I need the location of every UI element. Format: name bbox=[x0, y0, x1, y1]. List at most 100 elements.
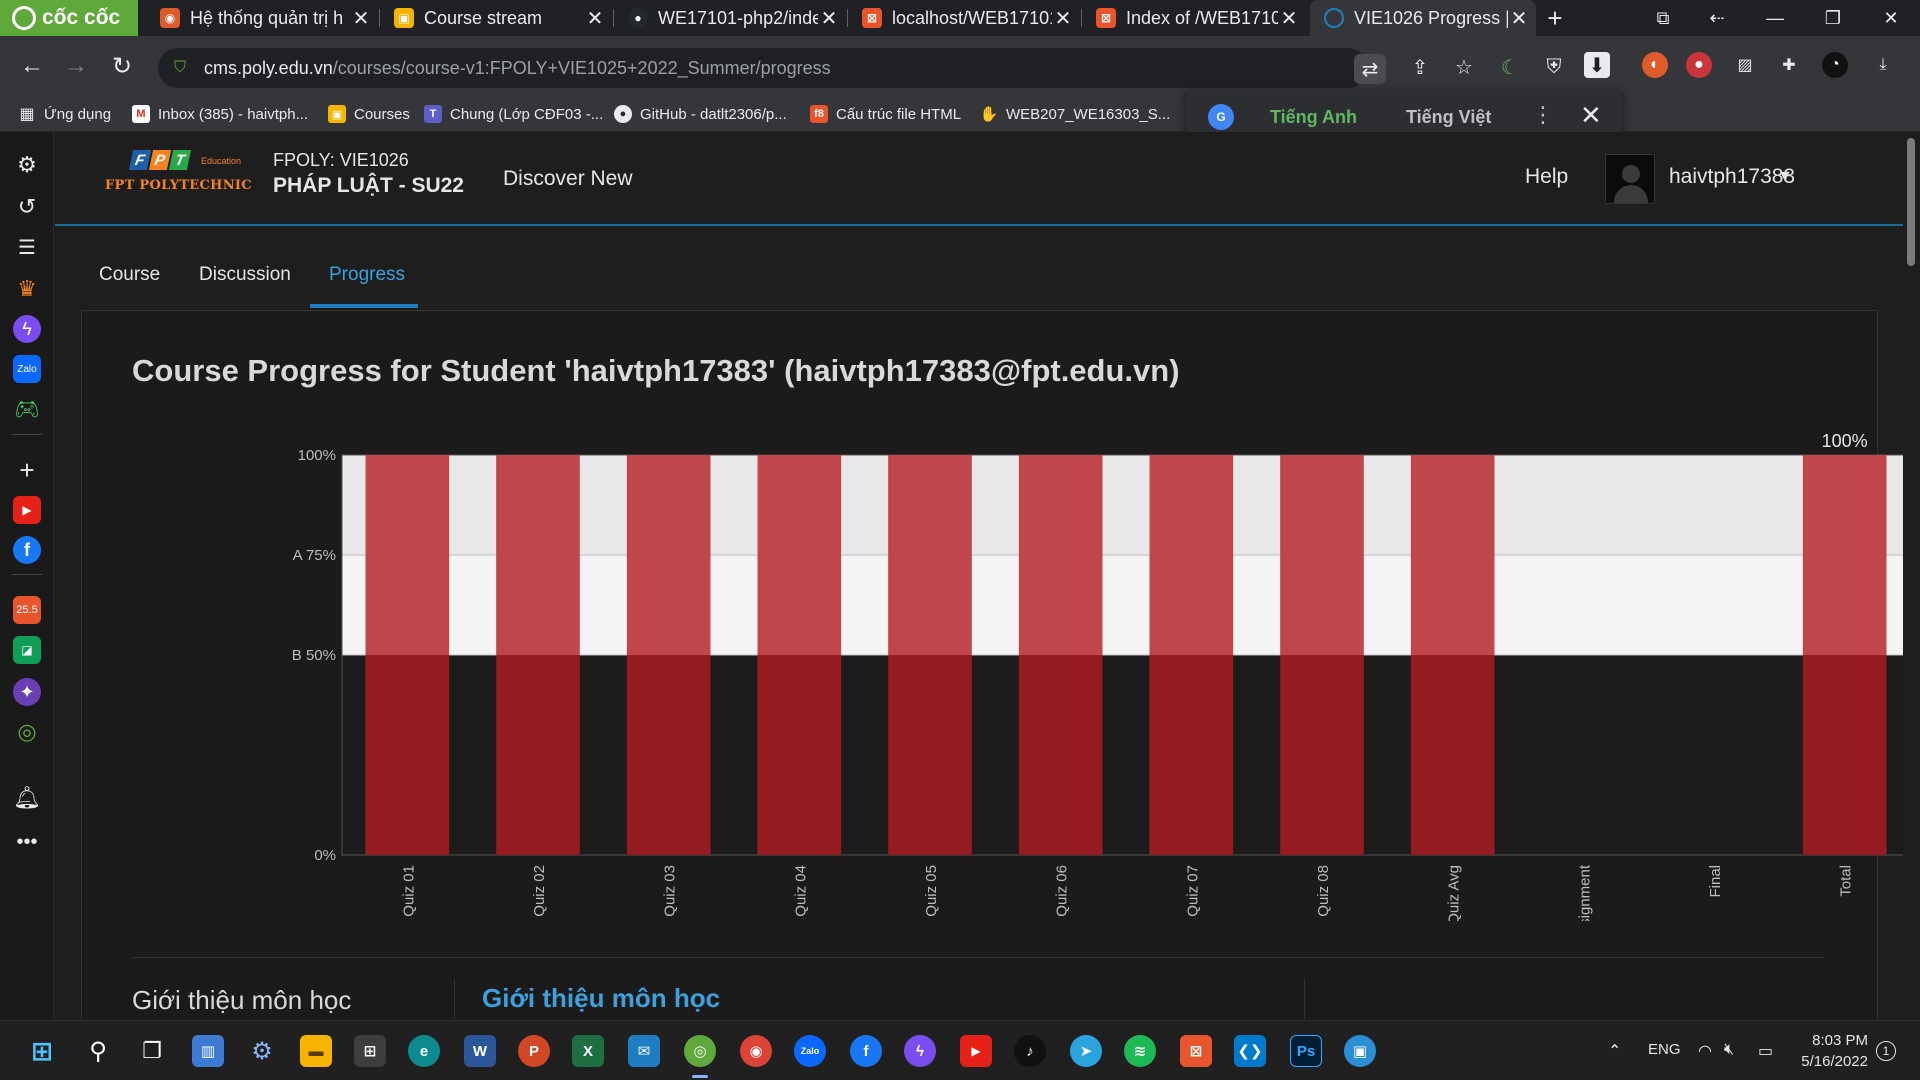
volume-muted-icon[interactable]: 🔇︎ bbox=[1724, 1041, 1734, 1059]
maximize-button[interactable]: ❐ bbox=[1810, 0, 1856, 36]
bookmark-github[interactable]: ● GitHub - datlt2306/p... bbox=[614, 96, 787, 132]
bookmark-apps[interactable]: ▦ Ứng dụng bbox=[18, 96, 111, 132]
tab-progress[interactable]: Progress bbox=[329, 264, 405, 286]
gamepad-icon[interactable]: 🎮︎ bbox=[13, 395, 41, 423]
tab-close-icon[interactable]: ✕ bbox=[584, 6, 606, 31]
chrome-icon[interactable]: ◉ bbox=[740, 1035, 772, 1067]
shopping-icon[interactable]: ◪ bbox=[13, 636, 41, 664]
mail-icon[interactable]: ✉ bbox=[628, 1035, 660, 1067]
browser-tab-4[interactable]: ⊠ localhost/WEB17101 ✕ bbox=[848, 0, 1080, 36]
messenger-icon[interactable]: ϟ bbox=[13, 315, 41, 343]
facebook-icon[interactable]: f bbox=[850, 1035, 882, 1067]
excel-icon[interactable]: X bbox=[572, 1035, 604, 1067]
remote-desktop-icon[interactable]: ▣ bbox=[1344, 1035, 1376, 1067]
reload-button[interactable]: ↻ bbox=[106, 50, 138, 82]
download-manager-icon[interactable]: ⬇ bbox=[1584, 52, 1610, 78]
coccoc-taskbar-icon[interactable]: ◎ bbox=[684, 1035, 716, 1067]
input-language[interactable]: ENG bbox=[1648, 1041, 1681, 1058]
tab-close-icon[interactable]: ✕ bbox=[1278, 6, 1300, 31]
windows-start-icon[interactable]: ⊞ bbox=[26, 1035, 58, 1067]
tiktok-icon[interactable]: ♪ bbox=[1014, 1035, 1046, 1067]
browser-tab-2[interactable]: ▣ Course stream ✕ bbox=[380, 0, 612, 36]
zalo-icon[interactable]: Zalo bbox=[794, 1035, 826, 1067]
user-avatar[interactable] bbox=[1605, 154, 1655, 204]
extension-image-icon[interactable]: ▨ bbox=[1732, 52, 1758, 78]
screen-capture-icon[interactable]: ⧉ bbox=[1640, 0, 1686, 36]
game-avatar-icon[interactable]: ✦ bbox=[13, 678, 41, 706]
more-options-icon[interactable]: ⋮ bbox=[1532, 102, 1554, 128]
page-scrollbar[interactable] bbox=[1903, 132, 1920, 1020]
fpt-logo[interactable]: F P T Education FPT POLYTECHNIC bbox=[105, 150, 255, 206]
xampp-icon[interactable]: ⊠ bbox=[1180, 1035, 1212, 1067]
messenger-icon[interactable]: ϟ bbox=[904, 1035, 936, 1067]
history-icon[interactable]: ↺ bbox=[13, 193, 41, 221]
intro-main-heading[interactable]: Giới thiệu môn học bbox=[482, 983, 720, 1014]
coccoc-extension-icon[interactable]: ◎ bbox=[13, 718, 41, 746]
bookmark-teams[interactable]: T Chung (Lớp CĐF03 -... bbox=[424, 96, 603, 132]
profile-avatar-icon[interactable]: ◔ bbox=[1822, 52, 1848, 78]
discover-new-link[interactable]: Discover New bbox=[503, 167, 633, 191]
notification-count-badge[interactable]: 1 bbox=[1876, 1041, 1896, 1061]
spotify-icon[interactable]: ≋ bbox=[1124, 1035, 1156, 1067]
back-button[interactable]: ← bbox=[16, 50, 48, 82]
add-shortcut-icon[interactable]: + bbox=[13, 455, 41, 485]
tab-close-icon[interactable]: ✕ bbox=[350, 6, 372, 31]
bookmark-f8[interactable]: f8 Cấu trúc file HTML bbox=[810, 96, 961, 132]
chevron-down-icon[interactable]: ▼ bbox=[1777, 168, 1793, 186]
reading-list-icon[interactable]: ☰ bbox=[13, 233, 41, 261]
widgets-icon[interactable]: ▥ bbox=[192, 1035, 224, 1067]
more-icon[interactable]: ••• bbox=[13, 828, 41, 856]
new-tab-button[interactable]: + bbox=[1532, 0, 1578, 36]
share-icon[interactable]: ⇪ bbox=[1404, 52, 1436, 82]
translate-icon[interactable]: ⇄ bbox=[1354, 54, 1386, 84]
minimize-button[interactable]: — bbox=[1752, 0, 1798, 36]
dark-mode-icon[interactable]: ☾ bbox=[1494, 52, 1526, 82]
close-icon[interactable]: ✕ bbox=[1580, 100, 1602, 131]
browser-tab-5[interactable]: ⊠ Index of /WEB17101 ✕ bbox=[1082, 0, 1306, 36]
scrollbar-thumb[interactable] bbox=[1907, 138, 1915, 266]
word-icon[interactable]: W bbox=[464, 1035, 496, 1067]
chevron-up-icon[interactable]: ⌃ bbox=[1608, 1041, 1621, 1061]
settings-gear-icon[interactable]: ⚙ bbox=[13, 151, 41, 179]
vscode-icon[interactable]: ❮❯ bbox=[1234, 1035, 1266, 1067]
coccoc-menu-button[interactable]: cốc cốc bbox=[0, 0, 138, 36]
photoshop-icon[interactable]: Ps bbox=[1290, 1035, 1322, 1067]
youtube-icon[interactable]: ▶ bbox=[960, 1035, 992, 1067]
tab-close-icon[interactable]: ✕ bbox=[1052, 6, 1074, 31]
notifications-bell-icon[interactable]: 🔔︎ bbox=[13, 784, 41, 812]
tab-discussion[interactable]: Discussion bbox=[199, 264, 291, 286]
forward-button[interactable]: → bbox=[60, 50, 92, 82]
browser-tab-3[interactable]: ● WE17101-php2/inde ✕ bbox=[614, 0, 846, 36]
system-clock[interactable]: 8:03 PM 5/16/2022 bbox=[1798, 1030, 1868, 1072]
extension-coccoc-icon[interactable]: ◐ bbox=[1642, 52, 1668, 78]
edge-icon[interactable]: e bbox=[408, 1035, 440, 1067]
task-view-icon[interactable]: ❐ bbox=[136, 1035, 168, 1067]
close-window-button[interactable]: ✕ bbox=[1868, 0, 1914, 36]
search-icon[interactable]: ⚲ bbox=[82, 1035, 114, 1067]
browser-tab-active[interactable]: VIE1026 Progress | F ✕ bbox=[1310, 0, 1536, 36]
battery-icon[interactable]: ▭ bbox=[1758, 1041, 1773, 1061]
back-arrow-icon[interactable]: ⇠ bbox=[1694, 0, 1740, 36]
tab-close-icon[interactable]: ✕ bbox=[1508, 6, 1530, 31]
extensions-puzzle-icon[interactable]: ✚ bbox=[1776, 52, 1802, 78]
facebook-icon[interactable]: f bbox=[13, 536, 41, 564]
tab-course[interactable]: Course bbox=[99, 264, 160, 286]
help-link[interactable]: Help bbox=[1525, 165, 1568, 189]
settings-gear-icon[interactable]: ⚙ bbox=[246, 1035, 278, 1067]
powerpoint-icon[interactable]: P bbox=[518, 1035, 550, 1067]
downloads-icon[interactable]: ⤓ bbox=[1870, 52, 1896, 78]
bookmark-star-icon[interactable]: ☆ bbox=[1448, 52, 1480, 82]
address-bar[interactable]: ⛉ cms.poly.edu.vn /courses/course-v1:FPO… bbox=[158, 48, 1386, 88]
zalo-icon[interactable]: Zalo bbox=[13, 355, 41, 383]
crown-icon[interactable]: ♛ bbox=[13, 275, 41, 303]
file-explorer-icon[interactable]: ▬ bbox=[300, 1035, 332, 1067]
microsoft-store-icon[interactable]: ⊞ bbox=[354, 1035, 386, 1067]
promo-badge-icon[interactable]: 25.5 bbox=[13, 596, 41, 624]
bookmark-web207[interactable]: ✋ WEB207_WE16303_S... bbox=[980, 96, 1171, 132]
youtube-icon[interactable]: ▶ bbox=[13, 496, 41, 524]
tab-close-icon[interactable]: ✕ bbox=[818, 6, 840, 31]
shield-icon[interactable]: ⛨ bbox=[1538, 52, 1570, 82]
bookmark-gmail[interactable]: M Inbox (385) - haivtph... bbox=[132, 96, 308, 132]
wifi-icon[interactable]: ◠ bbox=[1698, 1041, 1712, 1061]
bookmark-courses[interactable]: ▣ Courses bbox=[328, 96, 410, 132]
